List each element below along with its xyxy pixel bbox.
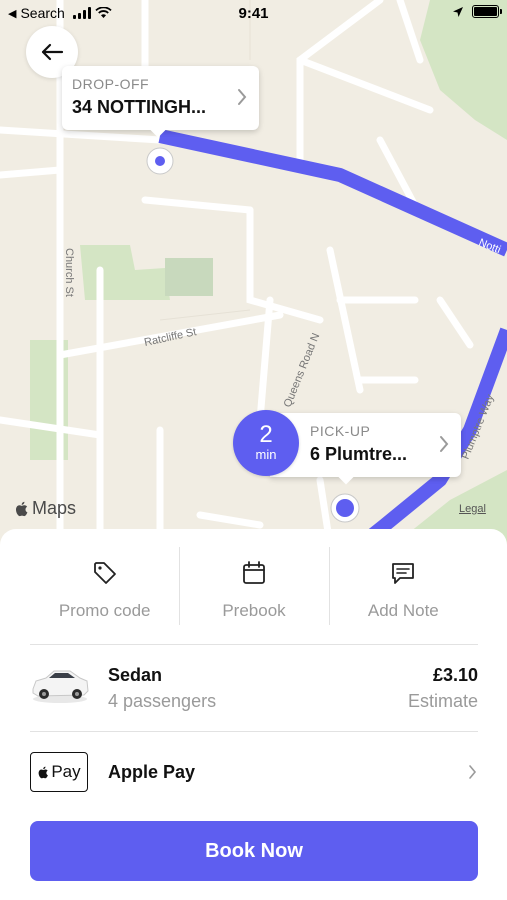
add-note-button[interactable]: Add Note bbox=[328, 547, 478, 625]
street-label-ratcliffe: Ratcliffe St bbox=[143, 326, 197, 349]
ride-option-row[interactable]: Sedan 4 passengers £3.10 Estimate bbox=[30, 651, 478, 731]
tag-icon bbox=[91, 559, 119, 587]
payment-method-row[interactable]: Pay Apple Pay bbox=[30, 752, 478, 792]
apple-logo-icon bbox=[15, 501, 28, 516]
dropoff-callout[interactable]: DROP-OFF 34 NOTTINGH... bbox=[62, 66, 259, 130]
pickup-address: 6 Plumtre... bbox=[310, 444, 408, 464]
prebook-button[interactable]: Prebook bbox=[179, 547, 328, 625]
eta-value: 2 bbox=[259, 421, 273, 448]
note-icon bbox=[389, 559, 417, 587]
eta-unit: min bbox=[255, 447, 277, 462]
booking-sheet: Promo code Prebook Add Note Sedan 4 pass… bbox=[0, 529, 507, 900]
divider bbox=[30, 644, 478, 645]
add-note-label: Add Note bbox=[367, 601, 439, 620]
pickup-label: PICK-UP bbox=[310, 423, 371, 439]
calendar-icon bbox=[240, 559, 268, 587]
book-now-button[interactable]: Book Now bbox=[30, 821, 478, 881]
chevron-right-icon bbox=[469, 765, 477, 779]
legal-link[interactable]: Legal bbox=[459, 503, 486, 515]
quick-actions: Promo code Prebook Add Note bbox=[30, 547, 478, 625]
maps-logo: Maps bbox=[14, 498, 76, 519]
ride-price: £3.10 bbox=[432, 665, 478, 685]
payment-label: Apple Pay bbox=[108, 762, 196, 782]
ride-price-note: Estimate bbox=[407, 691, 478, 711]
apple-pay-badge: Pay bbox=[30, 752, 88, 792]
promo-code-button[interactable]: Promo code bbox=[30, 547, 179, 625]
street-label-church: Church St bbox=[63, 248, 75, 297]
prebook-label: Prebook bbox=[222, 601, 286, 620]
divider bbox=[30, 731, 478, 732]
chevron-right-icon bbox=[440, 436, 449, 452]
chevron-right-icon bbox=[238, 89, 247, 105]
location-arrow-icon bbox=[453, 6, 463, 17]
dropoff-label: DROP-OFF bbox=[72, 76, 150, 92]
maps-logo-text: Maps bbox=[32, 498, 77, 518]
promo-code-label: Promo code bbox=[58, 601, 151, 620]
street-label-queens: Queens Road N bbox=[282, 331, 323, 409]
ride-passengers: 4 passengers bbox=[108, 691, 217, 711]
arrow-left-icon bbox=[41, 43, 64, 61]
eta-badge: 2 min bbox=[233, 410, 299, 476]
clock: 9:41 bbox=[238, 5, 269, 22]
status-bar: ◀ Search 9:41 bbox=[0, 0, 507, 28]
battery-icon bbox=[472, 5, 502, 18]
apple-logo-icon bbox=[38, 766, 49, 778]
dropoff-address: 34 NOTTINGH... bbox=[72, 97, 207, 117]
sedan-car-image bbox=[32, 670, 89, 703]
map-view[interactable]: Church St Ratcliffe St Queens Road N Not… bbox=[0, 0, 507, 545]
ride-type: Sedan bbox=[108, 665, 163, 685]
apple-pay-badge-text: Pay bbox=[51, 762, 81, 781]
